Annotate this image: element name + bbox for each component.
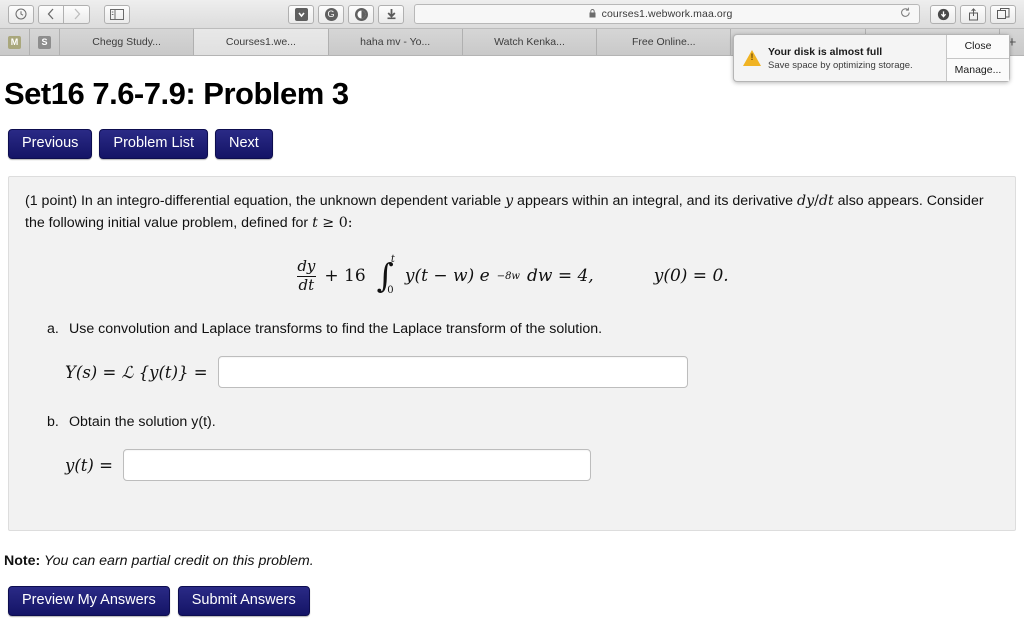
pocket-extension-icon[interactable]: [288, 4, 314, 24]
downloads-icon[interactable]: [930, 4, 956, 24]
forward-icon[interactable]: [64, 4, 90, 24]
favicon-s: S: [38, 35, 51, 49]
problem-list-button[interactable]: Problem List: [99, 129, 209, 160]
integral-upper-limit: t: [390, 254, 395, 266]
fraction-denominator: dt: [296, 275, 317, 294]
integral-lower-limit: 0: [387, 285, 394, 297]
fraction-numerator: dy: [297, 256, 316, 275]
note-bold-label: Note:: [4, 553, 41, 570]
derivative-fraction: dy dt: [295, 256, 317, 294]
problem-intro-4: ≥ 0:: [317, 214, 353, 231]
sidebar-toggle-icon[interactable]: [104, 4, 130, 24]
integral-sign: ∫ t 0: [377, 254, 395, 296]
back-icon[interactable]: [38, 4, 64, 24]
plus-coefficient: + 16: [324, 266, 366, 287]
notification-manage-button[interactable]: Manage...: [947, 58, 1009, 81]
derivative-dy: dy: [797, 193, 815, 210]
next-button[interactable]: Next: [215, 129, 273, 160]
part-b-text: Obtain the solution y(t).: [69, 414, 216, 431]
tab-pinned-m[interactable]: M: [0, 29, 30, 55]
notification-title: Your disk is almost full: [768, 45, 883, 58]
nav-button-group: [38, 4, 90, 24]
problem-intro-1: In an integro-differential equation, the…: [77, 193, 506, 210]
integrand: y(t − w) e: [404, 266, 490, 287]
disk-full-notification: Your disk is almost full Save space by o…: [733, 34, 1010, 82]
previous-button[interactable]: Previous: [8, 129, 93, 160]
browser-chrome: G courses1.webwork.maa.org M S Chegg Stu…: [0, 0, 1024, 82]
lock-icon: [589, 8, 596, 20]
answer-input-b[interactable]: [122, 449, 591, 482]
problem-statement: (1 point) In an integro-differential equ…: [25, 191, 999, 234]
reload-icon[interactable]: [900, 7, 911, 21]
notification-content: Your disk is almost full Save space by o…: [734, 35, 946, 81]
integral-limits: t 0: [387, 254, 395, 296]
answer-row-b: y(t) =: [65, 449, 999, 482]
warning-triangle-icon: [743, 50, 761, 66]
problem-navigation: Previous Problem List Next: [8, 129, 1024, 160]
browser-toolbar: G courses1.webwork.maa.org: [0, 0, 1024, 28]
tab-pinned-s[interactable]: S: [30, 29, 60, 55]
share-icon[interactable]: [960, 4, 986, 24]
preview-my-answers-button[interactable]: Preview My Answers: [8, 586, 170, 617]
tab-free-online[interactable]: Free Online...: [597, 29, 732, 55]
derivative-dt: dt: [818, 193, 834, 210]
problem-part-a: a. Use convolution and Laplace transform…: [47, 321, 999, 337]
answer-b-label: y(t) =: [65, 455, 113, 475]
favicon-m: M: [8, 35, 21, 49]
notification-close-button[interactable]: Close: [947, 35, 1009, 59]
initial-condition: y(0) = 0.: [653, 266, 729, 287]
notification-actions: Close Manage...: [946, 35, 1009, 81]
pocket-glyph: [294, 7, 308, 21]
address-bar[interactable]: courses1.webwork.maa.org: [414, 4, 920, 24]
ghostery-glyph: [354, 7, 368, 21]
tab-chegg-study[interactable]: Chegg Study...: [60, 29, 195, 55]
part-a-text: Use convolution and Laplace transforms t…: [69, 321, 603, 338]
webwork-page: Set16 7.6-7.9: Problem 3 Previous Proble…: [0, 76, 1024, 640]
problem-part-b: b. Obtain the solution y(t).: [47, 414, 999, 430]
grammarly-glyph: G: [324, 7, 338, 21]
points-label: (1 point): [25, 193, 78, 210]
notification-texts: Your disk is almost full Save space by o…: [768, 46, 913, 71]
answer-input-a[interactable]: [217, 356, 688, 389]
ghostery-extension-icon[interactable]: [348, 4, 374, 24]
grammarly-extension-icon[interactable]: G: [318, 4, 344, 24]
partial-credit-note: Note: You can earn partial credit on thi…: [4, 553, 1024, 569]
part-b-label: b.: [47, 414, 59, 431]
downloader-extension-icon[interactable]: [378, 4, 404, 24]
note-italic-text: You can earn partial credit on this prob…: [40, 553, 314, 570]
url-text: courses1.webwork.maa.org: [601, 8, 733, 20]
answer-a-label: Y(s) = ℒ {y(t)} =: [65, 362, 208, 382]
answer-row-a: Y(s) = ℒ {y(t)} =: [65, 356, 999, 389]
tab-courses1-webwork[interactable]: Courses1.we...: [194, 29, 329, 55]
tab-watch-kenka[interactable]: Watch Kenka...: [462, 29, 598, 55]
part-a-label: a.: [47, 321, 59, 338]
notification-subtitle: Save space by optimizing storage.: [768, 59, 913, 71]
tab-haha-mv[interactable]: haha mv - Yo...: [328, 29, 463, 55]
answer-actions: Preview My Answers Submit Answers: [8, 586, 1024, 617]
submit-answers-button[interactable]: Submit Answers: [177, 586, 310, 617]
variable-y: y: [505, 193, 514, 210]
show-all-tabs-icon[interactable]: [990, 4, 1016, 24]
integro-differential-equation: dy dt + 16 ∫ t 0 y(t − w) e −8w dw = 4, y…: [25, 254, 999, 296]
differential-and-rhs: dw = 4,: [527, 266, 594, 287]
history-clock-icon[interactable]: [8, 4, 34, 24]
problem-panel: (1 point) In an integro-differential equ…: [8, 176, 1016, 532]
problem-intro-2: appears within an integral, and its deri…: [513, 193, 798, 210]
exponent: −8w: [496, 270, 520, 282]
